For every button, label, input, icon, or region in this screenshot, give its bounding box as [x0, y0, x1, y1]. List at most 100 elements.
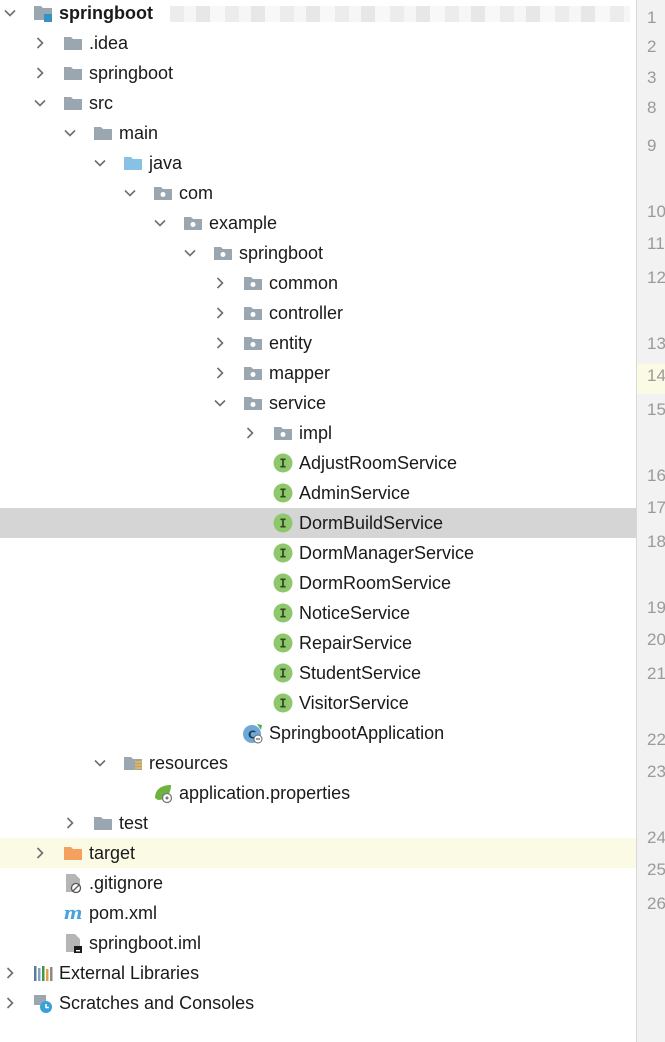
scratches-and-consoles[interactable]: Scratches and Consoles [0, 988, 636, 1018]
chevron-down-icon[interactable] [150, 213, 170, 233]
tree-item-label: springboot [59, 3, 153, 23]
tree-item-label: mapper [269, 363, 331, 383]
folder-icon [62, 92, 84, 114]
folder-src[interactable]: src [0, 88, 636, 118]
chevron-right-icon[interactable] [30, 33, 50, 53]
interface-visitor-service[interactable]: I VisitorService [0, 688, 636, 718]
interface-dorm-manager-service[interactable]: I DormManagerService [0, 538, 636, 568]
tree-item-label: target [89, 843, 136, 863]
svg-text:I: I [279, 547, 286, 561]
package-mapper[interactable]: mapper [0, 358, 636, 388]
chevron-right-icon[interactable] [0, 963, 20, 983]
chevron-right-icon[interactable] [210, 303, 230, 323]
libraries-icon [32, 962, 54, 984]
chevron-down-icon[interactable] [180, 243, 200, 263]
tree-root-springboot[interactable]: springboot [0, 0, 636, 28]
tree-item-label: resources [149, 753, 229, 773]
chevron-right-icon[interactable] [210, 333, 230, 353]
interface-dorm-build-service[interactable]: I DormBuildService [0, 508, 636, 538]
tree-item-label: example [209, 213, 278, 233]
line-number: 2 [647, 37, 657, 56]
package-com[interactable]: com [0, 178, 636, 208]
interface-notice-service[interactable]: I NoticeService [0, 598, 636, 628]
tree-item-label: com [179, 183, 214, 203]
tree-item-label: service [269, 393, 327, 413]
folder-icon [92, 122, 114, 144]
line-number: 17 [647, 498, 665, 517]
resources-folder-icon [122, 752, 144, 774]
tree-item-label: StudentService [299, 663, 422, 683]
tree-item-label: main [119, 123, 159, 143]
package-icon [242, 362, 264, 384]
class-springboot-application[interactable]: C SpringbootApplication [0, 718, 636, 748]
tree-item-label: impl [299, 423, 333, 443]
chevron-down-icon[interactable] [0, 3, 20, 23]
tree-item-label: AdjustRoomService [299, 453, 458, 473]
interface-icon: I [272, 572, 294, 594]
svg-text:I: I [279, 457, 286, 471]
line-number: 13 [647, 334, 665, 353]
package-icon [182, 212, 204, 234]
folder-main[interactable]: main [0, 118, 636, 148]
file-application-properties[interactable]: application.properties [0, 778, 636, 808]
folder-resources[interactable]: resources [0, 748, 636, 778]
interface-icon: I [272, 692, 294, 714]
chevron-down-icon[interactable] [90, 753, 110, 773]
package-icon [242, 302, 264, 324]
package-impl[interactable]: impl [0, 418, 636, 448]
chevron-right-icon[interactable] [60, 813, 80, 833]
line-number: 3 [647, 68, 657, 87]
tree-item-label: DormManagerService [299, 543, 475, 563]
package-service[interactable]: service [0, 388, 636, 418]
line-number: 21 [647, 664, 665, 683]
package-icon [212, 242, 234, 264]
folder-target[interactable]: target [0, 838, 636, 868]
interface-icon: I [272, 602, 294, 624]
line-number: 14 [647, 366, 665, 385]
tree-item-label: java [149, 153, 183, 173]
chevron-down-icon[interactable] [210, 393, 230, 413]
chevron-right-icon[interactable] [210, 363, 230, 383]
line-number: 23 [647, 762, 665, 781]
tree-item-label: SpringbootApplication [269, 723, 445, 743]
chevron-right-icon[interactable] [210, 273, 230, 293]
folder-test[interactable]: test [0, 808, 636, 838]
scratches-icon [32, 992, 54, 1014]
folder-idea[interactable]: .idea [0, 28, 636, 58]
interface-repair-service[interactable]: I RepairService [0, 628, 636, 658]
interface-dorm-room-service[interactable]: I DormRoomService [0, 568, 636, 598]
line-number: 20 [647, 630, 665, 649]
folder-springboot[interactable]: springboot [0, 58, 636, 88]
svg-text:I: I [279, 517, 286, 531]
tree-item-label: Scratches and Consoles [59, 993, 255, 1013]
chevron-down-icon[interactable] [90, 153, 110, 173]
chevron-right-icon[interactable] [30, 63, 50, 83]
chevron-down-icon[interactable] [120, 183, 140, 203]
tree-item-label: RepairService [299, 633, 413, 653]
interface-adjust-room-service[interactable]: I AdjustRoomService [0, 448, 636, 478]
line-number: 11 [647, 234, 665, 253]
package-example[interactable]: example [0, 208, 636, 238]
folder-java[interactable]: java [0, 148, 636, 178]
svg-text:I: I [279, 487, 286, 501]
project-tree[interactable]: springboot .idea springboot src main java com e… [0, 0, 636, 1042]
tree-item-label: VisitorService [299, 693, 409, 713]
file-gitignore[interactable]: .gitignore [0, 868, 636, 898]
chevron-down-icon[interactable] [30, 93, 50, 113]
editor-gutter: 1 2 3 8 9 10 11 12 13 14 15 16 17 18 19 20 21 22 23 24 25 26 [636, 0, 665, 1042]
chevron-right-icon[interactable] [240, 423, 260, 443]
package-entity[interactable]: entity [0, 328, 636, 358]
chevron-right-icon[interactable] [30, 843, 50, 863]
package-springboot[interactable]: springboot [0, 238, 636, 268]
chevron-down-icon[interactable] [60, 123, 80, 143]
package-common[interactable]: common [0, 268, 636, 298]
interface-student-service[interactable]: I StudentService [0, 658, 636, 688]
file-springboot-iml[interactable]: springboot.iml [0, 928, 636, 958]
interface-admin-service[interactable]: I AdminService [0, 478, 636, 508]
iml-file-icon [62, 932, 84, 954]
package-controller[interactable]: controller [0, 298, 636, 328]
chevron-right-icon[interactable] [0, 993, 20, 1013]
external-libraries[interactable]: External Libraries [0, 958, 636, 988]
file-pom-xml[interactable]: m pom.xml [0, 898, 636, 928]
folder-icon [92, 812, 114, 834]
